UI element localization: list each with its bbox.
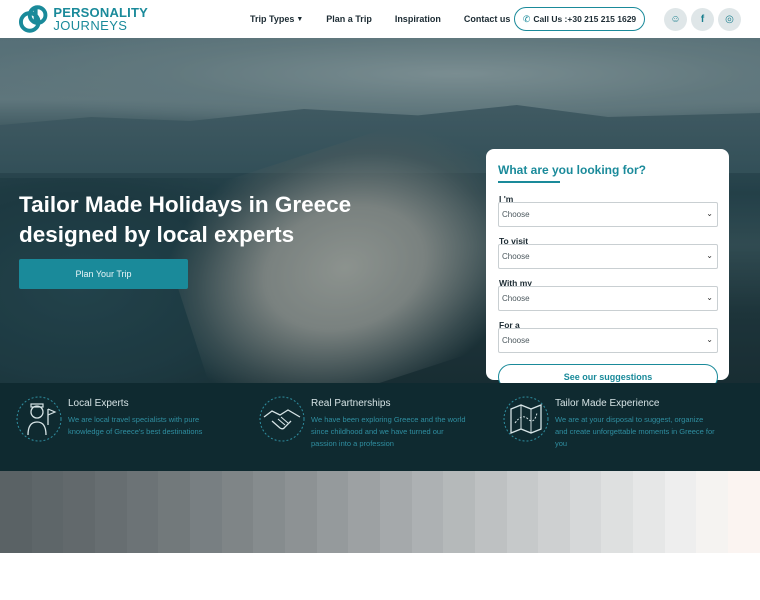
brand-logo[interactable]: PERSONALITY JOURNEYS [18,4,148,34]
chevron-down-icon: ⌄ [706,251,713,260]
main-nav: Trip Types ▼ Plan a Trip Inspiration Con… [250,0,533,38]
title-underline [498,181,560,183]
facebook-glyph: f [700,14,705,25]
strip-segment [158,471,190,553]
strip-segment [443,471,475,553]
nav-plan-a-trip[interactable]: Plan a Trip [326,14,372,24]
select-with-my[interactable]: Choose ⌄ [498,286,718,311]
facebook-icon[interactable]: f [691,8,714,31]
phone-icon: ✆ [522,13,531,24]
image-strip [0,471,760,553]
strip-segment [569,471,602,553]
instagram-icon[interactable]: ◎ [718,8,741,31]
strip-segment [31,471,64,553]
feature-description: We are at your disposal to suggest, orga… [555,415,715,448]
select-i-am[interactable]: Choose ⌄ [498,202,718,227]
guide-icon [16,396,62,442]
plan-your-trip-button[interactable]: Plan Your Trip [19,259,188,289]
nav-contact-us[interactable]: Contact us [464,14,511,24]
chevron-down-icon: ⌄ [706,335,713,344]
strip-segment [284,471,317,553]
logo-text: PERSONALITY JOURNEYS [53,6,148,32]
handshake-icon [259,396,305,442]
strip-segment [474,471,507,553]
chat-glyph: ☺ [670,14,681,25]
nav-contact-us-label: Contact us [463,14,511,24]
feature-title: Local Experts [68,398,129,409]
feature-description: We are local travel specialists with pur… [68,415,203,436]
feature-tailor-made: Tailor Made Experience We are at your di… [502,395,732,465]
strip-segment [506,471,539,553]
caret-down-icon: ▼ [296,15,304,23]
call-us-button[interactable]: ✆ Call Us :+30 215 215 1629 [514,7,645,31]
strip-segment [189,471,222,553]
call-us-label: Call Us :+30 215 215 1629 [533,14,637,24]
strip-segment [63,471,95,553]
logo-mark-icon [18,5,48,33]
chat-icon[interactable]: ☺ [664,8,687,31]
features-band: Local Experts We are local travel specia… [0,383,760,471]
logo-line-2: JOURNEYS [53,18,128,33]
feature-real-partnerships: Real Partnerships We have been exploring… [258,395,488,465]
select-to-visit[interactable]: Choose ⌄ [498,244,718,269]
strip-segment [0,471,32,553]
select-i-am-value: Choose [502,210,530,219]
feature-local-experts: Local Experts We are local travel specia… [15,395,245,465]
page-bottom [0,553,760,600]
strip-segment [126,471,159,553]
nav-plan-a-trip-label: Plan a Trip [326,14,372,24]
select-with-my-value: Choose [502,294,530,303]
feature-description: We have been exploring Greece and the wo… [311,415,466,448]
instagram-glyph: ◎ [725,14,734,25]
site-header: PERSONALITY JOURNEYS Trip Types ▼ Plan a… [0,0,760,38]
search-card-title: What are you looking for? [498,163,647,177]
strip-segment [253,471,285,553]
strip-segment [696,471,729,553]
feature-title: Tailor Made Experience [555,398,660,409]
strip-segment [728,471,760,553]
strip-segment [221,471,254,553]
select-to-visit-value: Choose [502,252,530,261]
nav-inspiration-label: Inspiration [394,14,441,24]
strip-segment [379,471,412,553]
nav-trip-types-label: Trip Types [250,14,295,24]
strip-segment [411,471,444,553]
strip-segment [94,471,127,553]
nav-inspiration[interactable]: Inspiration [395,14,441,24]
select-for-a-value: Choose [502,336,530,345]
strip-segment [601,471,634,553]
feature-title: Real Partnerships [311,398,391,409]
strip-segment [348,471,380,553]
chevron-down-icon: ⌄ [706,209,713,218]
strip-segment [316,471,349,553]
search-card: What are you looking for? I 'm Choose ⌄ … [486,149,729,380]
strip-segment [664,471,697,553]
select-for-a[interactable]: Choose ⌄ [498,328,718,353]
strip-segment [633,471,665,553]
chevron-down-icon: ⌄ [706,293,713,302]
hero-title: Tailor Made Holidays in Greece designed … [19,192,352,247]
nav-trip-types[interactable]: Trip Types ▼ [250,14,303,24]
map-icon [503,396,549,442]
strip-segment [538,471,570,553]
